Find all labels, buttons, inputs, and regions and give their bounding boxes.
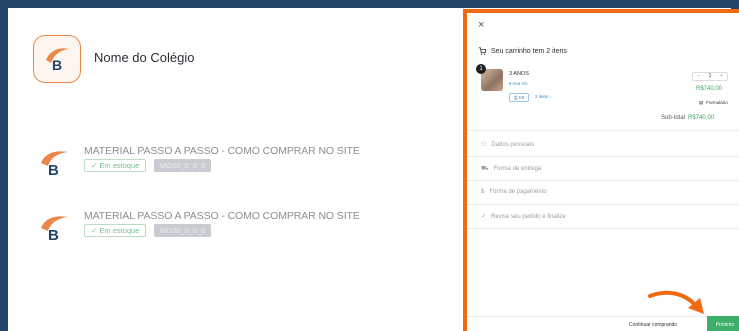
divider <box>467 228 739 229</box>
quantity-stepper[interactable]: − 1 + <box>692 72 728 81</box>
svg-text:B: B <box>52 57 62 73</box>
cart-icon <box>478 47 486 55</box>
page-title: Nome do Colégio <box>94 50 195 65</box>
step-delivery[interactable]: ⛟ Forma de entrega <box>481 165 541 173</box>
decrement-button[interactable]: − <box>693 73 704 80</box>
divider <box>467 156 739 157</box>
next-button[interactable]: Próximo <box>707 316 739 331</box>
product-title[interactable]: MATERIAL PASSO A PASSO - COMO COMPRAR NO… <box>84 210 360 222</box>
subtotal-value: R$740,00 <box>688 115 715 121</box>
divider <box>467 130 739 131</box>
step-payment[interactable]: $ Forma de pagamento <box>481 189 547 195</box>
cart-item-price: R$740,00 <box>696 86 723 92</box>
form-link[interactable]: ▤ Formulário <box>699 100 728 106</box>
sku-badge: MG00_0_0_0 <box>154 224 212 237</box>
product-logo-icon: B <box>41 216 68 244</box>
sku-badge: MG00_0_0_0 <box>154 159 212 172</box>
cart-item-items-link[interactable]: 2 itens › <box>535 94 551 99</box>
continue-shopping-button[interactable]: Continuar comprando <box>629 322 677 328</box>
school-logo: B <box>33 35 81 83</box>
divider <box>467 204 739 205</box>
document-icon: ▤ <box>699 100 704 105</box>
cart-item-kit-tag[interactable]: ⎙ KIt <box>509 93 530 102</box>
subtotal: Sub-total R$740,00 <box>661 115 715 121</box>
divider <box>467 180 739 181</box>
school-logo-icon: B <box>46 48 69 73</box>
cart-item-student: ▾ Ana Vic <box>509 81 528 86</box>
user-icon: ⚇ <box>481 142 487 148</box>
svg-text:B: B <box>48 162 59 179</box>
dollar-icon: $ <box>481 189 485 195</box>
cart-header: Seu carrinho tem 2 itens <box>478 47 567 55</box>
cart-header-label: Seu carrinho tem 2 itens <box>491 47 567 55</box>
cart-item-name: 3 ANOS <box>509 71 529 77</box>
increment-button[interactable]: + <box>716 73 727 80</box>
quantity-value: 1 <box>708 73 712 79</box>
cart-item-count-badge: 1 <box>476 64 486 74</box>
stock-badge: ✓ Em estoque <box>84 159 147 172</box>
product-logo-icon: B <box>41 151 68 179</box>
check-icon: ✓ <box>481 214 487 220</box>
step-personal-data[interactable]: ⚇ Dados pessoais <box>481 141 534 149</box>
stock-badge: ✓ Em estoque <box>84 224 147 237</box>
close-icon[interactable]: × <box>478 19 484 31</box>
cart-drawer: × Seu carrinho tem 2 itens 1 3 ANOS ▾ An… <box>463 9 739 331</box>
step-review[interactable]: ✓ Revise seu pedido e finalize <box>481 213 566 221</box>
arrow-icon <box>648 290 704 314</box>
truck-icon: ⛟ <box>481 166 489 172</box>
svg-text:B: B <box>48 227 59 244</box>
product-title[interactable]: MATERIAL PASSO A PASSO - COMO COMPRAR NO… <box>84 145 360 157</box>
